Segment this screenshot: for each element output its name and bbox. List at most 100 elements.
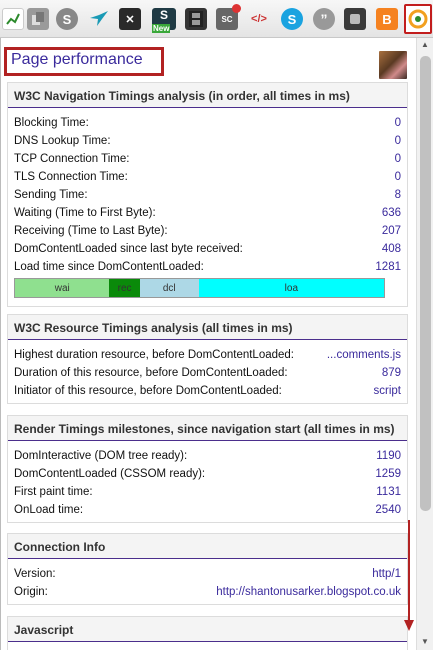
row-value: 1281 [375, 261, 401, 273]
timing-row: Receiving (Time to Last Byte): 207 [8, 222, 407, 240]
row-label: DNS Lookup Time: [14, 135, 111, 147]
skype-blue-icon[interactable]: S [281, 8, 303, 30]
x-icon[interactable]: ✕ [119, 8, 141, 30]
row-label: Waiting (Time to First Byte): [14, 207, 156, 219]
timing-row: Highest duration resource, before DomCon… [8, 346, 407, 364]
puzzle-icon[interactable] [344, 8, 366, 30]
s-letter: S [159, 8, 168, 22]
timing-row: DomContentLoaded since last byte receive… [8, 240, 407, 258]
hummingbird-glyph [90, 11, 108, 26]
film-icon[interactable] [185, 8, 207, 30]
javascript-section: Javascript [7, 616, 408, 650]
scroll-up-arrow-icon[interactable]: ▲ [421, 40, 429, 49]
sc-label: SC [221, 14, 233, 24]
timing-row: Waiting (Time to First Byte): 636 [8, 204, 407, 222]
s-new-icon[interactable]: S New [152, 8, 176, 33]
scroll-down-arrow-icon[interactable]: ▼ [421, 637, 429, 646]
row-label: TCP Connection Time: [14, 153, 130, 165]
sc-icon[interactable]: SC [216, 4, 241, 30]
resource-timings-rows: Highest duration resource, before DomCon… [8, 340, 407, 400]
row-value: 1131 [376, 486, 401, 498]
resource-timings-section: W3C Resource Timings analysis (all times… [7, 314, 408, 404]
connection-info-rows: Version: http/1 Origin: http://shantonusar… [8, 559, 407, 601]
scroll-thumb[interactable] [420, 56, 431, 511]
timing-row: Load time since DomContentLoaded: 1281 [8, 258, 407, 276]
row-label: DomContentLoaded (CSSOM ready): [14, 468, 206, 480]
timing-row: Sending Time: 8 [8, 186, 407, 204]
timing-row: Blocking Time: 0 [8, 114, 407, 132]
row-label: Sending Time: [14, 189, 88, 201]
row-label: OnLoad time: [14, 504, 84, 516]
timing-waterfall-bar: wai rec dcl loa [14, 278, 385, 298]
vertical-scrollbar[interactable]: ▲ ▼ [416, 38, 433, 650]
row-value: 636 [381, 207, 401, 219]
timing-row: OnLoad time: 2540 [8, 501, 407, 519]
row-value: script [373, 385, 401, 397]
connection-info-heading: Connection Info [8, 534, 407, 559]
row-label: DomContentLoaded since last byte receive… [14, 243, 243, 255]
puzzle-glyph [350, 14, 360, 24]
timing-segment-wai: wai [15, 279, 110, 297]
connection-info-section: Connection Info Version: http/1 Origin: ht… [7, 533, 408, 605]
row-value: 1259 [375, 468, 401, 480]
film-glyph [189, 11, 203, 27]
timing-row: DNS Lookup Time: 0 [8, 132, 407, 150]
timing-segment-dcl: dcl [139, 279, 199, 297]
row-value: 0 [394, 153, 401, 165]
timing-row: Duration of this resource, before DomCon… [8, 364, 407, 382]
row-value: ...comments.js [326, 349, 401, 361]
navigation-timings-section: W3C Navigation Timings analysis (in orde… [7, 82, 408, 307]
timing-row: Version: http/1 [8, 565, 407, 583]
chart-icon[interactable] [2, 8, 24, 30]
gauge-glyph [408, 9, 428, 29]
timing-row: First paint time: 1131 [8, 483, 407, 501]
row-label: Load time since DomContentLoaded: [14, 261, 204, 273]
timing-segment-rec: rec [109, 279, 140, 297]
popup-content: Page performance W3C Navigation Timings … [1, 38, 415, 650]
timing-row: DomContentLoaded (CSSOM ready): 1259 [8, 465, 407, 483]
row-value: 0 [394, 171, 401, 183]
timing-row: DomInteractive (DOM tree ready): 1190 [8, 447, 407, 465]
row-value: http://shantonusarker.blogspot.co.uk [216, 586, 401, 598]
page-performance-popup: Page performance W3C Navigation Timings … [0, 38, 433, 650]
row-value: 1190 [376, 450, 401, 462]
render-timings-section: Render Timings milestones, since navigat… [7, 415, 408, 523]
resource-timings-heading: W3C Resource Timings analysis (all times… [8, 315, 407, 340]
copy-icon[interactable] [27, 8, 49, 30]
chart-icon-glyph [6, 13, 20, 25]
blogger-icon[interactable]: B [376, 8, 398, 30]
navigation-timings-rows: Blocking Time: 0 DNS Lookup Time: 0 TCP Co… [8, 108, 407, 298]
row-value: 879 [381, 367, 401, 379]
row-value: 207 [381, 225, 401, 237]
page-performance-icon[interactable] [404, 4, 432, 34]
row-value: 8 [394, 189, 401, 201]
row-label: DomInteractive (DOM tree ready): [14, 450, 188, 462]
code-icon[interactable]: </> [248, 8, 270, 30]
timing-row: TCP Connection Time: 0 [8, 150, 407, 168]
hummingbird-icon[interactable] [88, 8, 110, 30]
annotation-arrow-icon [404, 520, 414, 631]
row-label: Highest duration resource, before DomCon… [14, 349, 295, 361]
row-label: Version: [14, 568, 56, 580]
row-label: Origin: [14, 586, 48, 598]
row-value: 2540 [375, 504, 401, 516]
sc-badge [232, 4, 241, 13]
avatar [379, 51, 407, 79]
render-timings-heading: Render Timings milestones, since navigat… [8, 416, 407, 441]
row-value: 408 [381, 243, 401, 255]
navigation-timings-heading: W3C Navigation Timings analysis (in orde… [8, 83, 407, 108]
timing-row: Initiator of this resource, before DomCo… [8, 382, 407, 400]
row-label: Blocking Time: [14, 117, 89, 129]
quote-icon[interactable]: ” [313, 8, 335, 30]
row-label: First paint time: [14, 486, 93, 498]
timing-segment-loa: loa [198, 279, 384, 297]
skype-icon[interactable]: S [56, 8, 78, 30]
row-label: Initiator of this resource, before DomCo… [14, 385, 282, 397]
row-value: 0 [394, 117, 401, 129]
copy-icon-glyph [32, 12, 44, 25]
javascript-heading: Javascript [8, 617, 407, 642]
render-timings-rows: DomInteractive (DOM tree ready): 1190 Dom… [8, 441, 407, 519]
row-label: Receiving (Time to Last Byte): [14, 225, 168, 237]
row-value: 0 [394, 135, 401, 147]
page-title: Page performance [11, 51, 143, 68]
